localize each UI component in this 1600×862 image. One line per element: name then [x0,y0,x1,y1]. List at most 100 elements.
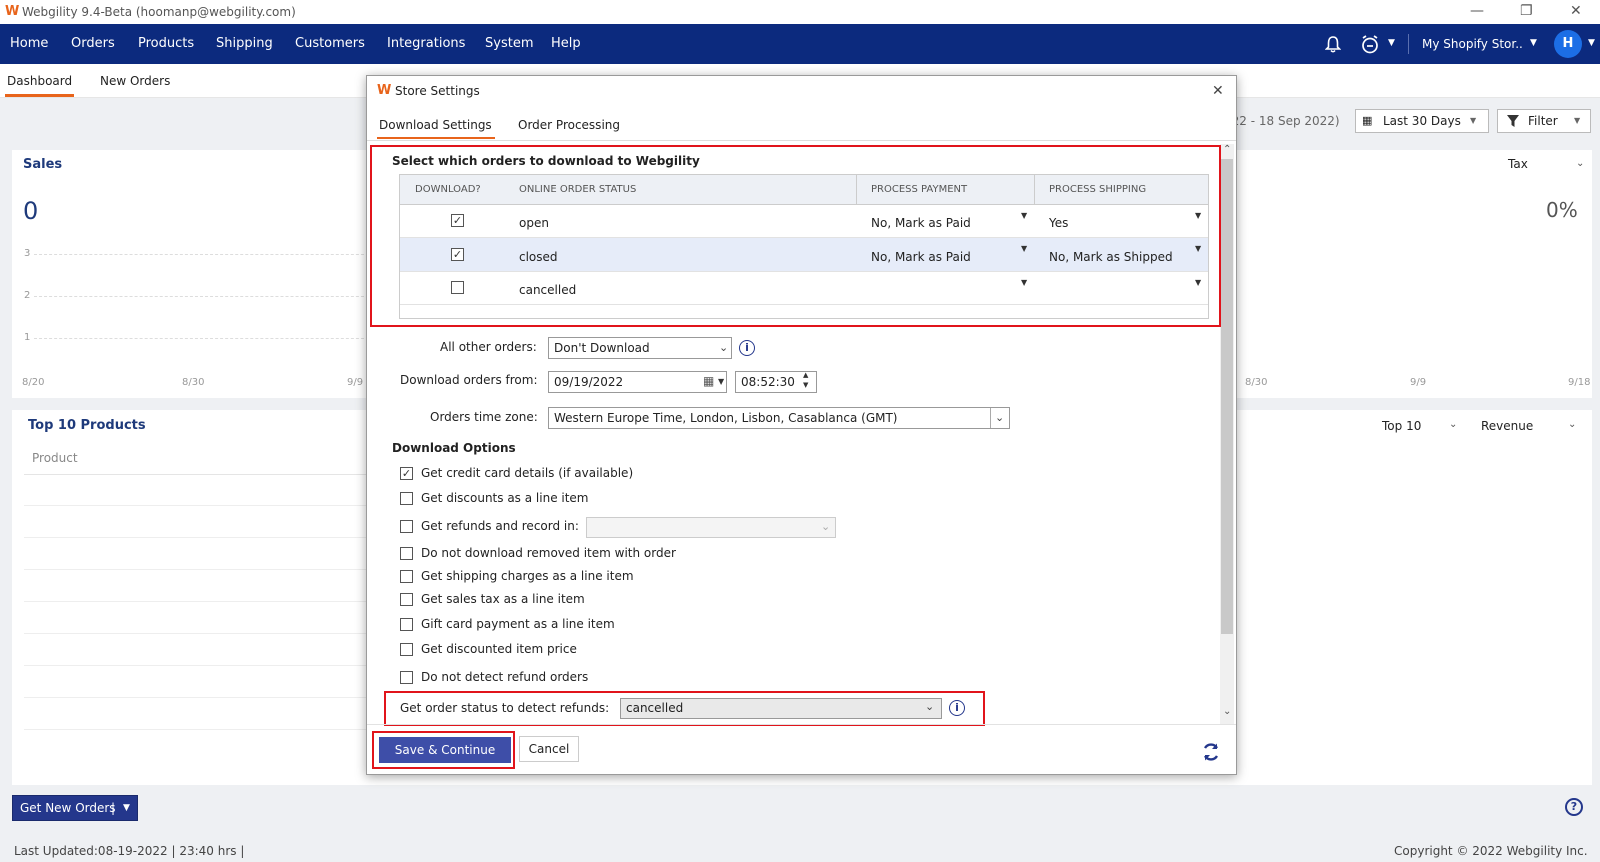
all-other-orders-select[interactable]: Don't Download [548,337,732,359]
x-tick: 9/9 [347,377,364,388]
chevron-down-icon: ▼ [1470,116,1477,125]
tab-order-processing[interactable]: Order Processing [518,118,620,132]
order-status: cancelled [519,283,577,297]
dialog-logo-icon: W [377,83,392,98]
nav-customers[interactable]: Customers [295,36,365,51]
dropdown-arrow-icon[interactable]: ▼ [1195,211,1201,220]
nav-help[interactable]: Help [551,36,581,51]
nav-orders[interactable]: Orders [71,36,115,51]
chevron-down-icon[interactable]: ⌄ [719,341,728,354]
top-products-title: Top 10 Products [28,418,146,433]
filter-button[interactable]: Filter ▼ [1497,109,1591,133]
option-checkbox[interactable] [400,593,413,606]
spin-down-icon[interactable]: ▼ [803,381,808,389]
process-shipping-select[interactable]: No, Mark as Shipped [1049,250,1173,264]
store-selector[interactable]: My Shopify Stor.. [1422,37,1523,51]
download-checkbox[interactable]: ✓ [451,248,464,261]
chevron-down-icon[interactable]: ⌄ [1449,419,1457,430]
row-divider [24,569,376,570]
chevron-down-icon[interactable]: ⌄ [995,411,1004,424]
help-icon[interactable]: ? [1565,798,1583,816]
spin-up-icon[interactable]: ▲ [803,371,808,379]
option-checkbox[interactable] [400,618,413,631]
header-shipping: PROCESS SHIPPING [1049,184,1147,195]
row-divider [24,474,376,475]
minimize-icon[interactable]: — [1470,3,1484,19]
date-range-value: Last 30 Days [1383,114,1461,128]
timezone-value: Western Europe Time, London, Lisbon, Cas… [554,411,898,425]
avatar[interactable]: H [1554,30,1582,58]
chevron-down-icon[interactable]: ▼ [123,803,130,813]
dropdown-arrow-icon[interactable]: ▼ [1021,244,1027,253]
download-checkbox[interactable]: ✓ [451,214,464,227]
refresh-icon[interactable] [1201,742,1221,762]
scroll-up-icon[interactable]: ⌃ [1223,144,1231,155]
chevron-down-icon[interactable]: ▼ [1388,38,1395,48]
scrollbar-track[interactable]: ⌃ ⌄ [1220,144,1234,724]
chevron-down-icon[interactable]: ⌄ [925,700,934,713]
nav-system[interactable]: System [485,36,533,51]
nav-divider [1408,34,1409,54]
process-payment-select[interactable]: No, Mark as Paid [871,250,971,264]
nav-home[interactable]: Home [10,36,48,51]
nav-shipping[interactable]: Shipping [216,36,273,51]
tab-new-orders[interactable]: New Orders [100,74,170,88]
option-checkbox[interactable] [400,570,413,583]
process-payment-select[interactable]: No, Mark as Paid [871,216,971,230]
nav-products[interactable]: Products [138,36,194,51]
tab-dashboard[interactable]: Dashboard [7,74,72,88]
tax-label[interactable]: Tax [1508,157,1528,171]
close-window-icon[interactable]: ✕ [1570,3,1582,19]
bell-icon[interactable] [1325,36,1341,53]
option-checkbox[interactable] [400,643,413,656]
window-title-bar: W Webgility 9.4-Beta (hoomanp@webgility.… [0,0,1600,24]
save-continue-button[interactable]: Save & Continue [379,737,511,763]
date-range-select[interactable]: ▦ Last 30 Days ▼ [1355,109,1489,133]
calendar-icon[interactable]: ▦ [703,374,714,388]
info-icon[interactable]: i [739,340,755,356]
revenue-select[interactable]: Revenue [1481,419,1533,433]
cancel-button[interactable]: Cancel [519,736,579,762]
chevron-down-icon[interactable]: ▼ [1530,38,1537,48]
alarm-clock-icon[interactable] [1360,35,1380,54]
active-tab-underline [5,94,74,97]
top-count-select[interactable]: Top 10 [1382,419,1421,433]
dropdown-arrow-icon[interactable]: ▼ [1021,211,1027,220]
refund-status-select[interactable]: cancelled [620,698,942,719]
process-shipping-select[interactable]: Yes [1049,216,1068,230]
download-checkbox[interactable] [451,281,464,294]
restore-icon[interactable]: ❐ [1520,3,1533,19]
option-label: Get sales tax as a line item [421,592,585,606]
calendar-icon: ▦ [1362,114,1373,127]
get-new-orders-label: Get New Orders [20,801,116,815]
option-checkbox[interactable] [400,492,413,505]
refund-record-select[interactable]: ⌄ [586,517,836,538]
scroll-down-icon[interactable]: ⌄ [1223,706,1231,717]
row-divider [24,505,376,506]
timezone-select[interactable]: Western Europe Time, London, Lisbon, Cas… [548,407,1010,429]
download-from-label: Download orders from: [400,373,538,387]
nav-integrations[interactable]: Integrations [387,36,465,51]
tab-download-settings[interactable]: Download Settings [379,118,492,132]
scrollbar-thumb[interactable] [1221,159,1233,634]
info-icon[interactable]: i [949,700,965,716]
row-divider [24,697,376,698]
row-divider [24,729,376,730]
chevron-down-icon[interactable]: ⌄ [1568,419,1576,430]
tab-divider [367,140,1236,141]
option-checkbox[interactable] [400,547,413,560]
option-checkbox[interactable] [400,520,413,533]
download-date-field[interactable]: 09/19/2022 [548,371,727,393]
get-new-orders-button[interactable]: Get New Orders | ▼ [12,795,138,821]
table-row: ✓ closed No, Mark as Paid ▼ No, Mark as … [400,238,1208,272]
dropdown-arrow-icon[interactable]: ▼ [1195,278,1201,287]
close-icon[interactable]: ✕ [1212,83,1224,99]
chevron-down-icon[interactable]: ⌄ [1576,158,1584,169]
dropdown-arrow-icon[interactable]: ▼ [1021,278,1027,287]
option-checkbox[interactable]: ✓ [400,467,413,480]
chevron-down-icon[interactable]: ▼ [718,377,724,386]
row-divider [24,633,376,634]
dropdown-arrow-icon[interactable]: ▼ [1195,244,1201,253]
chevron-down-icon[interactable]: ▼ [1588,38,1595,48]
option-checkbox[interactable] [400,671,413,684]
